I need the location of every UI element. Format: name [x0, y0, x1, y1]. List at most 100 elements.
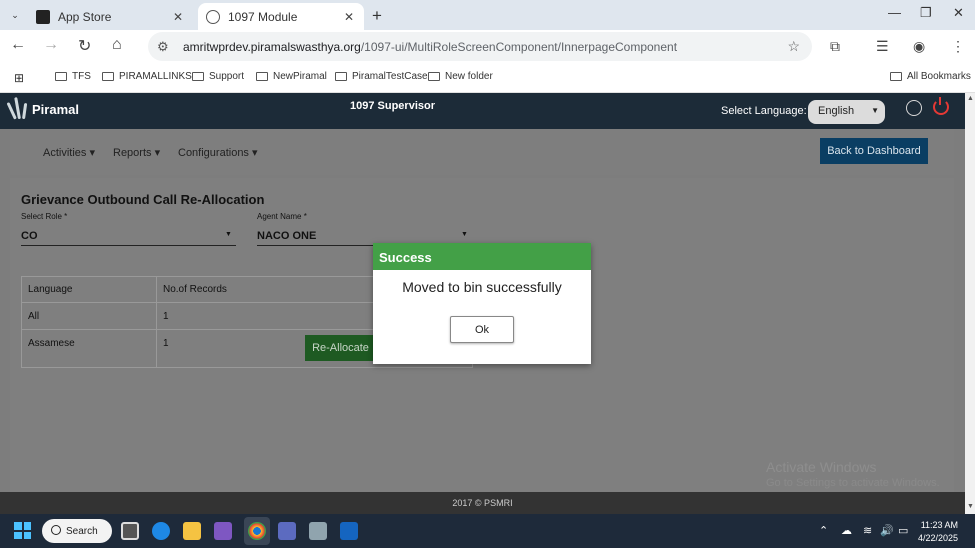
word-icon[interactable]: [340, 522, 358, 540]
page-scrollbar[interactable]: ▲ ▼: [965, 93, 975, 514]
teams-icon[interactable]: [278, 522, 296, 540]
extensions-icon[interactable]: ⧉: [830, 38, 840, 55]
chevron-down-icon: ▼: [461, 231, 468, 238]
taskbar-search[interactable]: Search: [42, 519, 112, 543]
menu-activities[interactable]: Activities ▾: [43, 146, 95, 159]
folder-icon: [55, 72, 67, 81]
bookmark-newpiramal[interactable]: NewPiramal: [256, 71, 327, 82]
scroll-up-icon[interactable]: ▲: [967, 95, 974, 102]
table-cell: 1: [163, 311, 169, 322]
dialog-title: Success: [373, 243, 591, 270]
folder-icon: [192, 72, 204, 81]
browser-toolbar: ← → ↻ ⌂ ⚙ amritwprdev.piramalswasthya.or…: [0, 30, 975, 63]
tab-search-chevron-icon[interactable]: ⌄: [6, 6, 24, 24]
close-tab-icon[interactable]: ✕: [173, 10, 183, 24]
folder-icon: [335, 72, 347, 81]
folder-icon: [890, 72, 902, 81]
piramal-leaf-icon: [6, 97, 28, 121]
edge-icon[interactable]: [152, 522, 170, 540]
tab-app-store[interactable]: App Store ✕: [28, 3, 193, 30]
bookmark-support[interactable]: Support: [192, 71, 244, 82]
app-header: Piramal 1097 Supervisor Select Language:…: [0, 93, 965, 129]
bookmark-new-folder[interactable]: New folder: [428, 71, 493, 82]
folder-icon: [428, 72, 440, 81]
store-app-icon[interactable]: [214, 522, 232, 540]
file-explorer-icon[interactable]: [183, 522, 201, 540]
back-to-dashboard-button[interactable]: Back to Dashboard: [820, 138, 928, 164]
logo-text: Piramal: [32, 101, 79, 117]
browser-tabstrip: ⌄ App Store ✕ 1097 Module ✕ + — ❐ ✕: [0, 0, 975, 30]
profile-icon[interactable]: ◉: [913, 38, 925, 55]
activate-windows-subtext: Go to Settings to activate Windows.: [766, 477, 940, 489]
folder-icon: [102, 72, 114, 81]
table-cell: Assamese: [28, 338, 75, 349]
dialog-message: Moved to bin successfully: [402, 279, 562, 295]
tray-overflow-icon[interactable]: ⌃: [819, 524, 828, 537]
battery-icon[interactable]: ▭: [898, 524, 908, 537]
folder-icon: [256, 72, 268, 81]
volume-icon[interactable]: 🔊: [880, 524, 894, 537]
windows-start-icon[interactable]: [14, 522, 31, 539]
bookmark-piramallinks[interactable]: PIRAMALLINKS: [102, 71, 192, 82]
globe-favicon-icon: [206, 9, 220, 24]
agent-select[interactable]: NACO ONE: [257, 230, 316, 242]
address-bar[interactable]: ⚙ amritwprdev.piramalswasthya.org/1097-u…: [148, 32, 812, 61]
language-select[interactable]: English ▼: [808, 100, 885, 124]
remote-desktop-icon[interactable]: [309, 522, 327, 540]
forward-arrow-icon[interactable]: →: [43, 36, 59, 54]
new-tab-plus-icon[interactable]: +: [372, 6, 382, 26]
bookmarks-bar: ⊞ TFS PIRAMALLINKS Support NewPiramal Pi…: [0, 63, 975, 93]
table-divider: [156, 276, 157, 368]
url-text: amritwprdev.piramalswasthya.org/1097-ui/…: [183, 39, 678, 54]
tab-1097-module[interactable]: 1097 Module ✕: [198, 3, 364, 30]
re-allocate-button[interactable]: Re-Allocate: [305, 335, 376, 361]
table-header-language: Language: [28, 284, 73, 295]
app-title: 1097 Supervisor: [350, 100, 435, 112]
taskbar-clock[interactable]: 11:23 AM 4/22/2025: [918, 519, 958, 545]
ok-button[interactable]: Ok: [450, 316, 514, 343]
success-dialog: Success Moved to bin successfully Ok: [373, 243, 591, 364]
role-label: Select Role *: [21, 212, 68, 221]
close-tab-icon[interactable]: ✕: [344, 10, 354, 24]
windows-taskbar: Search ⌃ ☁ ≋ 🔊 ▭ 11:23 AM 4/22/2025: [0, 514, 975, 548]
chevron-down-icon: ▼: [225, 231, 232, 238]
all-bookmarks[interactable]: All Bookmarks: [890, 71, 971, 82]
user-account-icon[interactable]: [906, 100, 922, 116]
chevron-down-icon: ▼: [871, 106, 879, 115]
table-cell: All: [28, 311, 40, 322]
back-arrow-icon[interactable]: ←: [10, 36, 26, 54]
app-store-favicon-icon: [36, 9, 50, 24]
home-icon[interactable]: ⌂: [112, 36, 122, 54]
bookmark-tfs[interactable]: TFS: [55, 71, 91, 82]
menu-configurations[interactable]: Configurations ▾: [178, 146, 258, 159]
task-view-icon[interactable]: [121, 522, 139, 540]
search-icon: [51, 525, 61, 535]
bookmark-star-icon[interactable]: ☆: [787, 38, 800, 55]
bookmark-piramaltestcase[interactable]: PiramalTestCase: [335, 71, 428, 82]
page-footer: 2017 © PSMRI: [0, 492, 965, 514]
piramal-logo: Piramal: [6, 97, 79, 121]
language-label: Select Language:: [721, 105, 807, 117]
tab-title: 1097 Module: [228, 9, 298, 24]
window-close-icon[interactable]: ✕: [953, 5, 964, 21]
minimize-icon[interactable]: —: [888, 5, 901, 20]
onedrive-icon[interactable]: ☁: [841, 524, 852, 537]
wifi-icon[interactable]: ≋: [863, 524, 872, 537]
apps-grid-icon[interactable]: ⊞: [14, 71, 24, 85]
role-underline: [21, 245, 236, 246]
table-header-records: No.of Records: [163, 284, 227, 295]
menu-reports[interactable]: Reports ▾: [113, 146, 160, 159]
menu-kebab-icon[interactable]: ⋮: [951, 38, 965, 55]
page-title: Grievance Outbound Call Re-Allocation: [21, 192, 265, 207]
reload-icon[interactable]: ↻: [78, 36, 91, 56]
site-settings-icon[interactable]: ⚙: [157, 39, 173, 55]
scroll-down-icon[interactable]: ▼: [967, 503, 974, 510]
tab-title: App Store: [58, 9, 112, 24]
reading-list-icon[interactable]: ☰: [876, 38, 889, 55]
activate-windows-watermark: Activate Windows: [766, 459, 877, 475]
power-logout-icon[interactable]: [933, 97, 949, 115]
restore-icon[interactable]: ❐: [920, 5, 932, 21]
chrome-icon[interactable]: [248, 522, 266, 540]
role-select[interactable]: CO: [21, 230, 38, 242]
table-cell: 1: [163, 338, 169, 349]
